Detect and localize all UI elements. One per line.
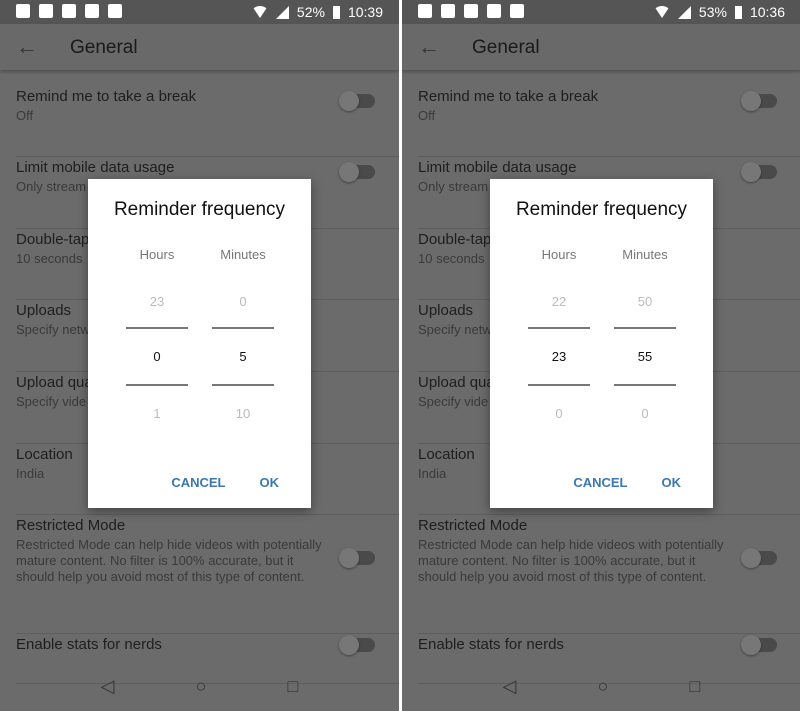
clock: 10:36 [749,4,785,20]
settings-item[interactable]: Remind me to take a break Off [16,86,399,157]
toggle-switch[interactable] [741,635,777,655]
toggle-switch[interactable] [339,162,375,182]
cancel-button[interactable]: CANCEL [573,475,627,490]
settings-item-title: Restricted Mode [418,517,528,534]
home-nav-icon[interactable]: ○ [598,676,609,697]
facebook-icon [16,4,30,18]
toggle-switch[interactable] [339,548,375,568]
toggle-switch[interactable] [339,91,375,111]
cancel-button[interactable]: CANCEL [171,475,225,490]
minutes-label: Minutes [622,247,668,262]
twitter-icon [85,4,99,18]
ok-button[interactable]: OK [260,475,280,490]
settings-item[interactable]: Restricted Mode Restricted Mode can help… [16,515,399,634]
phone-screen: 53% 10:36 ← General Remind me to take a b… [402,0,800,711]
twitter-icon [62,4,76,18]
hours-prev[interactable]: 23 [126,294,188,309]
dialog-title: Reminder frequency [113,199,286,220]
settings-item-title: Restricted Mode [16,517,126,534]
signal-icon [677,5,691,19]
hours-prev[interactable]: 22 [528,294,590,309]
phone-screen: 52% 10:39 ← General Remind me to take a b… [0,0,399,711]
minutes-picker[interactable]: Minutes 0 5 10 [212,247,274,421]
hours-selected[interactable]: 23 [528,327,590,386]
reminder-frequency-dialog: Reminder frequency Hours 23 0 1 Minutes … [88,179,311,508]
battery-percent: 53% [698,4,727,20]
back-arrow-icon[interactable]: ← [16,34,38,60]
ok-button[interactable]: OK [662,475,682,490]
twitter-icon [487,4,501,18]
page-title: General [70,37,138,58]
recents-nav-icon[interactable]: □ [690,676,701,697]
twitter-icon [441,4,455,18]
settings-item-subtitle: Restricted Mode can help hide videos wit… [418,537,724,584]
minutes-prev[interactable]: 50 [614,294,676,309]
settings-item-subtitle: Restricted Mode can help hide videos wit… [16,537,322,584]
back-nav-icon[interactable]: ◁ [503,676,517,697]
wifi-icon [653,6,670,18]
settings-item-subtitle: Off [16,108,34,123]
minutes-selected[interactable]: 5 [212,327,274,386]
wifi-icon [251,6,268,18]
battery-icon [734,5,742,19]
hours-picker[interactable]: Hours 23 0 1 [126,247,188,421]
signal-icon [275,5,289,19]
image-icon [108,4,122,18]
hours-selected[interactable]: 0 [126,327,188,386]
minutes-label: Minutes [220,247,266,262]
toggle-switch[interactable] [741,162,777,182]
back-arrow-icon[interactable]: ← [418,34,440,60]
image-icon [510,4,524,18]
status-bar: 52% 10:39 [0,0,399,24]
facebook-icon [418,4,432,18]
app-bar: ← General [0,24,399,70]
battery-icon [332,5,340,19]
hours-next[interactable]: 1 [126,406,188,421]
toggle-switch[interactable] [741,548,777,568]
settings-item-subtitle: Off [418,108,436,123]
hours-picker[interactable]: Hours 22 23 0 [528,247,590,421]
minutes-next[interactable]: 0 [614,406,676,421]
clock: 10:39 [347,4,383,20]
back-nav-icon[interactable]: ◁ [101,676,115,697]
toggle-switch[interactable] [339,635,375,655]
hours-label: Hours [541,247,577,262]
toggle-switch[interactable] [741,91,777,111]
minutes-selected[interactable]: 55 [614,327,676,386]
hours-next[interactable]: 0 [528,406,590,421]
dialog-title: Reminder frequency [515,199,688,220]
app-bar: ← General [402,24,800,70]
reminder-frequency-dialog: Reminder frequency Hours 22 23 0 Minutes… [490,179,713,508]
page-title: General [472,37,540,58]
twitter-icon [464,4,478,18]
minutes-next[interactable]: 10 [212,406,274,421]
nav-bar: ◁ ○ □ [0,661,399,711]
home-nav-icon[interactable]: ○ [196,676,207,697]
nav-bar: ◁ ○ □ [402,661,800,711]
settings-item[interactable]: Restricted Mode Restricted Mode can help… [418,515,800,634]
hours-label: Hours [139,247,175,262]
minutes-prev[interactable]: 0 [212,294,274,309]
recents-nav-icon[interactable]: □ [288,676,299,697]
minutes-picker[interactable]: Minutes 50 55 0 [614,247,676,421]
battery-percent: 52% [296,4,325,20]
status-bar: 53% 10:36 [402,0,800,24]
settings-item[interactable]: Remind me to take a break Off [418,86,800,157]
twitter-icon [39,4,53,18]
